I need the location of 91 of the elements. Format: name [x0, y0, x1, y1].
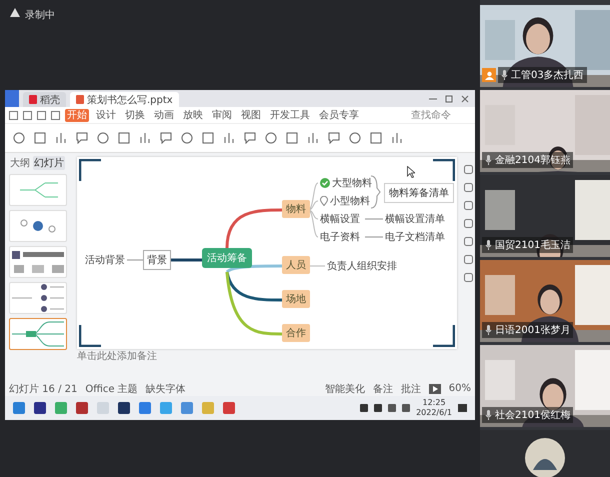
app-icon[interactable] — [118, 402, 130, 414]
comments-button[interactable]: 批注 — [400, 382, 421, 396]
menu-tab[interactable]: 开发工具 — [268, 108, 312, 122]
menu-tab[interactable]: 动画 — [152, 108, 176, 122]
topic-node: 场地 — [282, 290, 310, 308]
restore-icon[interactable] — [445, 95, 453, 103]
subtopic-text: 大型物料 — [332, 176, 372, 190]
recording-status: 录制中 — [25, 8, 55, 22]
slide-thumbnail[interactable] — [9, 318, 67, 350]
theme-name: Office 主题 — [85, 382, 138, 396]
tool-icon[interactable] — [34, 132, 46, 144]
topic-node: 物料 — [282, 200, 310, 218]
avatar — [525, 438, 565, 477]
slide-thumbnail-drawing — [10, 319, 66, 349]
tool-icon[interactable] — [202, 132, 214, 144]
taskbar-clock[interactable]: 12:25 2022/6/1 — [416, 398, 452, 418]
play-icon[interactable] — [428, 384, 441, 394]
participant-name: 工管03多杰扎西 — [498, 67, 587, 83]
document-tab[interactable]: 稻壳 — [23, 92, 66, 107]
corner-ornament — [433, 159, 455, 181]
corner-ornament — [433, 325, 455, 347]
check-icon — [320, 178, 330, 188]
notes-button[interactable]: 备注 — [372, 382, 393, 396]
tool-icon[interactable] — [370, 132, 382, 144]
tool-icon[interactable] — [76, 132, 88, 144]
tool-icon[interactable] — [328, 132, 340, 144]
microphone-icon — [501, 70, 508, 80]
menu-tab[interactable]: 切换 — [123, 108, 147, 122]
recording-icon — [10, 8, 20, 17]
tool-icon[interactable] — [391, 132, 403, 144]
panel-tab[interactable]: 幻灯片 — [33, 156, 65, 170]
brace-line — [370, 176, 380, 208]
participant-name: 社会2101侯红梅 — [482, 407, 574, 423]
microphone-icon — [485, 155, 492, 165]
tool-icon[interactable] — [286, 132, 298, 144]
tool-icon[interactable] — [265, 132, 277, 144]
tool-icon[interactable] — [223, 132, 235, 144]
file-icon — [29, 95, 37, 104]
panel-tab[interactable]: 大纲 — [9, 156, 31, 170]
tool-icon[interactable] — [139, 132, 151, 144]
slide-thumbnail-drawing — [10, 283, 66, 313]
location-pin-icon — [320, 196, 328, 206]
menu-tab[interactable]: 放映 — [181, 108, 205, 122]
missing-fonts-link[interactable]: 缺失字体 — [146, 382, 186, 396]
participant-name: 日语2001张梦月 — [482, 322, 574, 338]
menu-tab[interactable]: 视图 — [239, 108, 263, 122]
menu-tab[interactable]: 会员专享 — [317, 108, 361, 122]
microphone-icon — [485, 325, 492, 335]
corner-ornament — [79, 159, 101, 181]
document-tab[interactable]: 策划书怎么写.pptx — [70, 92, 179, 107]
search-field[interactable]: 查找命令 — [411, 110, 471, 120]
tool-icon[interactable] — [97, 132, 109, 144]
tool-icon[interactable] — [55, 132, 67, 144]
tool-icon[interactable] — [244, 132, 256, 144]
tool-icon[interactable] — [13, 132, 25, 144]
detail-text: 横幅设置清单 — [385, 212, 445, 226]
beautify-button[interactable]: 智能美化 — [324, 382, 365, 396]
participant-name: 国贸2101毛玉洁 — [482, 237, 574, 253]
notification-icon[interactable] — [458, 404, 467, 412]
leader-line — [364, 236, 384, 238]
tool-icon[interactable] — [307, 132, 319, 144]
summary-node: 物料筹备清单 — [384, 183, 454, 203]
branch-line — [169, 258, 202, 262]
topic-node: 合作 — [282, 324, 310, 342]
tool-icon[interactable] — [349, 132, 361, 144]
corner-ornament — [79, 325, 101, 347]
leader-line — [364, 218, 384, 220]
cursor-icon — [407, 166, 415, 178]
close-icon[interactable] — [461, 95, 469, 103]
tool-icon[interactable] — [181, 132, 193, 144]
participant-name: 金融2104郭钰燕 — [482, 152, 574, 168]
subtopic-text: 横幅设置 — [320, 212, 360, 226]
menu-tab[interactable]: 审阅 — [210, 108, 234, 122]
detail-text: 电子文档清单 — [385, 230, 445, 244]
app-icon[interactable] — [34, 402, 46, 414]
menu-tab[interactable]: 设计 — [94, 108, 118, 122]
note-text: 活动背景 — [85, 254, 125, 267]
topic-node: 背景 — [143, 250, 171, 270]
microphone-icon — [485, 410, 492, 420]
zoom-level[interactable]: 60% — [448, 383, 471, 394]
file-icon — [76, 95, 84, 104]
central-topic: 活动筹备 — [202, 248, 252, 268]
microphone-icon — [485, 240, 492, 250]
topic-node: 人员 — [282, 256, 310, 274]
subtopic-text: 小型物料 — [330, 194, 370, 208]
subtopic-text: 电子资料 — [320, 230, 360, 244]
subtopic-text: 负责人组织安排 — [327, 260, 397, 273]
tool-icon[interactable] — [118, 132, 130, 144]
tool-icon[interactable] — [160, 132, 172, 144]
person-icon — [484, 70, 494, 80]
slide-counter: 幻灯片 16 / 21 — [9, 382, 78, 396]
